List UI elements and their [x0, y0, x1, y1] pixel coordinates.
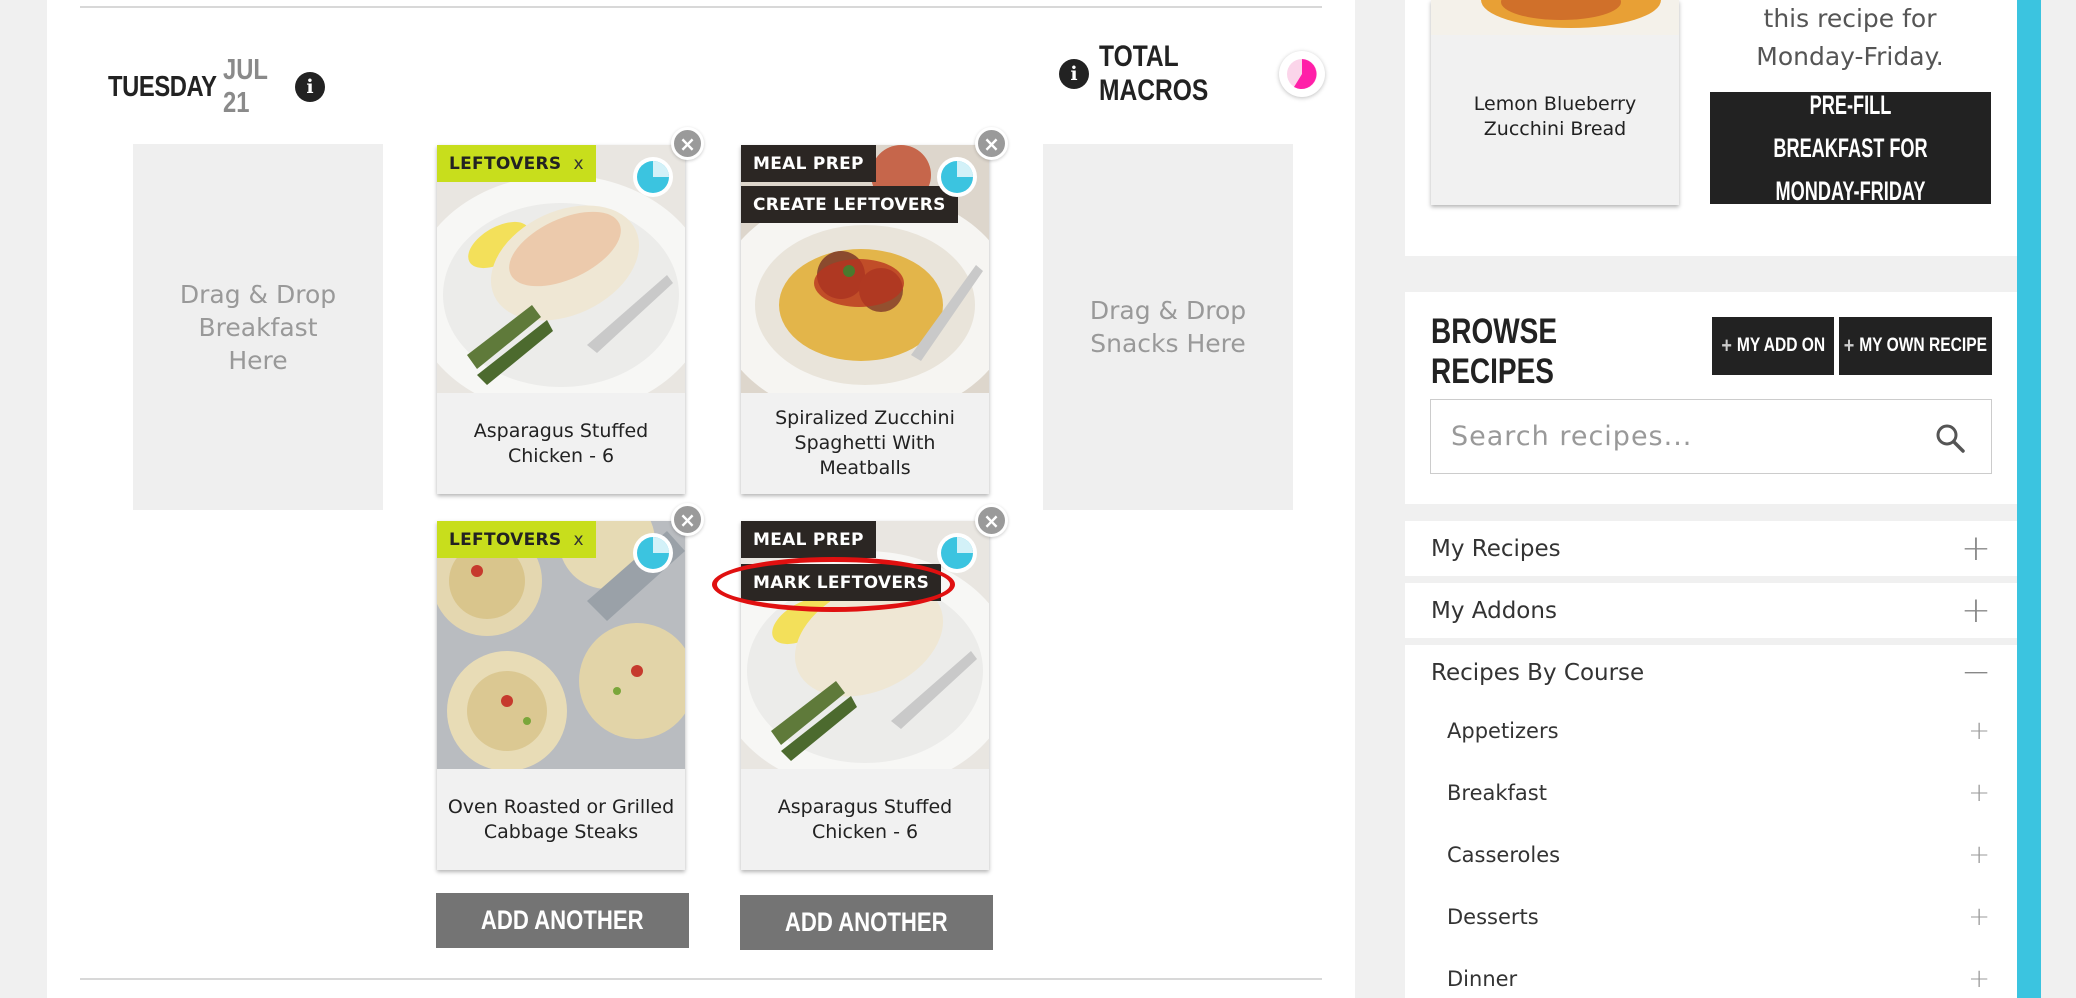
prep-time-icon[interactable] — [633, 157, 673, 197]
leftovers-tag[interactable]: LEFTOVERS x — [437, 521, 596, 558]
add-another-button[interactable]: ADD ANOTHER — [436, 893, 689, 948]
info-icon[interactable]: i — [295, 72, 325, 102]
add-another-button[interactable]: ADD ANOTHER — [740, 895, 993, 950]
breakfast-drop-label: Drag & Drop Breakfast Here — [179, 279, 337, 375]
course-item-dinner[interactable]: Dinner + — [1405, 948, 2017, 998]
macros-pie-icon[interactable] — [1279, 51, 1325, 97]
my-add-on-button[interactable]: + MY ADD ON — [1712, 317, 1834, 375]
create-leftovers-tag[interactable]: CREATE LEFTOVERS — [741, 186, 958, 223]
course-item-appetizers[interactable]: Appetizers + — [1405, 700, 2017, 762]
course-item-breakfast[interactable]: Breakfast + — [1405, 762, 2017, 824]
search-icon[interactable] — [1935, 423, 1965, 453]
recipe-photo: LEFTOVERS x — [437, 521, 685, 769]
prep-time-icon[interactable] — [937, 157, 977, 197]
recipe-photo — [1431, 0, 1679, 35]
mark-leftovers-tag[interactable]: MARK LEFTOVERS — [741, 564, 942, 601]
info-icon[interactable]: i — [1059, 59, 1089, 89]
my-own-recipe-button[interactable]: + MY OWN RECIPE — [1839, 317, 1992, 375]
accordion-label: My Addons — [1431, 597, 1557, 624]
expand-plus-icon[interactable]: + — [1961, 530, 1991, 567]
expand-plus-icon[interactable]: + — [1968, 718, 1990, 744]
accordion-label: My Recipes — [1431, 535, 1561, 562]
accordion-my-addons[interactable]: My Addons + — [1405, 583, 2017, 638]
plus-icon: + — [1843, 333, 1855, 358]
recipe-title[interactable]: Lemon Blueberry Zucchini Bread — [1431, 92, 1679, 142]
remove-leftovers-tag-icon[interactable]: x — [573, 530, 583, 550]
meal-plan-panel: TUESDAY JUL 21 i i TOTAL MACROS Drag & D… — [47, 0, 1355, 998]
prep-time-icon[interactable] — [937, 533, 977, 573]
total-macros[interactable]: i TOTAL MACROS — [1059, 40, 1325, 108]
expand-plus-icon[interactable]: + — [1968, 904, 1990, 930]
snacks-drop-label: Drag & Drop Snacks Here — [1089, 296, 1247, 358]
day-date: JUL 21 — [223, 54, 268, 119]
sidebar: Lemon Blueberry Zucchini Bread this reci… — [1405, 0, 2017, 998]
collapse-minus-icon[interactable]: − — [1961, 654, 1991, 691]
divider — [80, 978, 1322, 980]
expand-plus-icon[interactable]: + — [1968, 966, 1990, 992]
accordion-label: Recipes By Course — [1431, 659, 1645, 686]
browse-recipes-title: BROWSE RECIPES — [1431, 312, 1557, 391]
recipe-title[interactable]: Spiralized Zucchini Spaghetti With Meatb… — [741, 393, 989, 494]
remove-leftovers-tag-icon[interactable]: x — [573, 154, 583, 174]
day-name: TUESDAY — [108, 70, 217, 103]
course-item-desserts[interactable]: Desserts + — [1405, 886, 2017, 948]
recipe-card[interactable]: LEFTOVERS x Oven Roasted or Grilled Cabb… — [437, 521, 685, 870]
expand-plus-icon[interactable]: + — [1968, 780, 1990, 806]
search-input[interactable] — [1451, 400, 1911, 473]
plus-icon: + — [1721, 333, 1732, 358]
expand-plus-icon[interactable]: + — [1961, 592, 1991, 629]
remove-recipe-close-icon[interactable]: × — [975, 127, 1008, 160]
leftovers-tag[interactable]: LEFTOVERS x — [437, 145, 596, 182]
prefill-description: this recipe for Monday-Friday. — [1756, 4, 1944, 71]
accordion-recipes-by-course[interactable]: Recipes By Course − Appetizers + Breakfa… — [1405, 645, 2017, 998]
recipe-title[interactable]: Asparagus Stuffed Chicken - 6 — [741, 769, 989, 870]
day-header: TUESDAY JUL 21 i — [108, 54, 325, 120]
prep-time-icon[interactable] — [633, 533, 673, 573]
recipe-card[interactable]: MEAL PREP CREATE LEFTOVERS Spiralized Zu… — [741, 145, 989, 494]
browse-recipes-panel: BROWSE RECIPES + MY ADD ON + MY OWN RECIPE — [1405, 292, 2017, 504]
scrollbar[interactable] — [2017, 0, 2041, 998]
remove-recipe-close-icon[interactable]: × — [671, 127, 704, 160]
recipe-photo: MEAL PREP CREATE LEFTOVERS — [741, 145, 989, 393]
recipe-card[interactable]: MEAL PREP MARK LEFTOVERS Asparagus Stuff… — [741, 521, 989, 870]
divider — [80, 6, 1322, 8]
prefill-section: Lemon Blueberry Zucchini Bread this reci… — [1405, 0, 2017, 256]
recipe-title[interactable]: Oven Roasted or Grilled Cabbage Steaks — [437, 769, 685, 870]
course-item-casseroles[interactable]: Casseroles + — [1405, 824, 2017, 886]
meal-prep-tag[interactable]: MEAL PREP — [741, 521, 876, 558]
snacks-drop-zone[interactable]: Drag & Drop Snacks Here — [1043, 144, 1293, 510]
recipe-card[interactable]: Lemon Blueberry Zucchini Bread — [1431, 0, 1679, 205]
prefill-breakfast-button[interactable]: PRE-FILL BREAKFAST FOR MONDAY-FRIDAY — [1710, 90, 1991, 206]
breakfast-drop-zone[interactable]: Drag & Drop Breakfast Here — [133, 144, 383, 510]
remove-recipe-close-icon[interactable]: × — [671, 503, 704, 536]
recipe-card[interactable]: LEFTOVERS x Asparagus Stuffed Chicken - … — [437, 145, 685, 494]
recipe-photo: MEAL PREP MARK LEFTOVERS — [741, 521, 989, 769]
accordion-my-recipes[interactable]: My Recipes + — [1405, 521, 2017, 576]
total-macros-label: TOTAL MACROS — [1099, 40, 1209, 107]
expand-plus-icon[interactable]: + — [1968, 842, 1990, 868]
recipe-photo: LEFTOVERS x — [437, 145, 685, 393]
recipe-title[interactable]: Asparagus Stuffed Chicken - 6 — [437, 393, 685, 494]
remove-recipe-close-icon[interactable]: × — [975, 504, 1008, 537]
search-box — [1430, 399, 1992, 474]
meal-prep-tag[interactable]: MEAL PREP — [741, 145, 876, 182]
